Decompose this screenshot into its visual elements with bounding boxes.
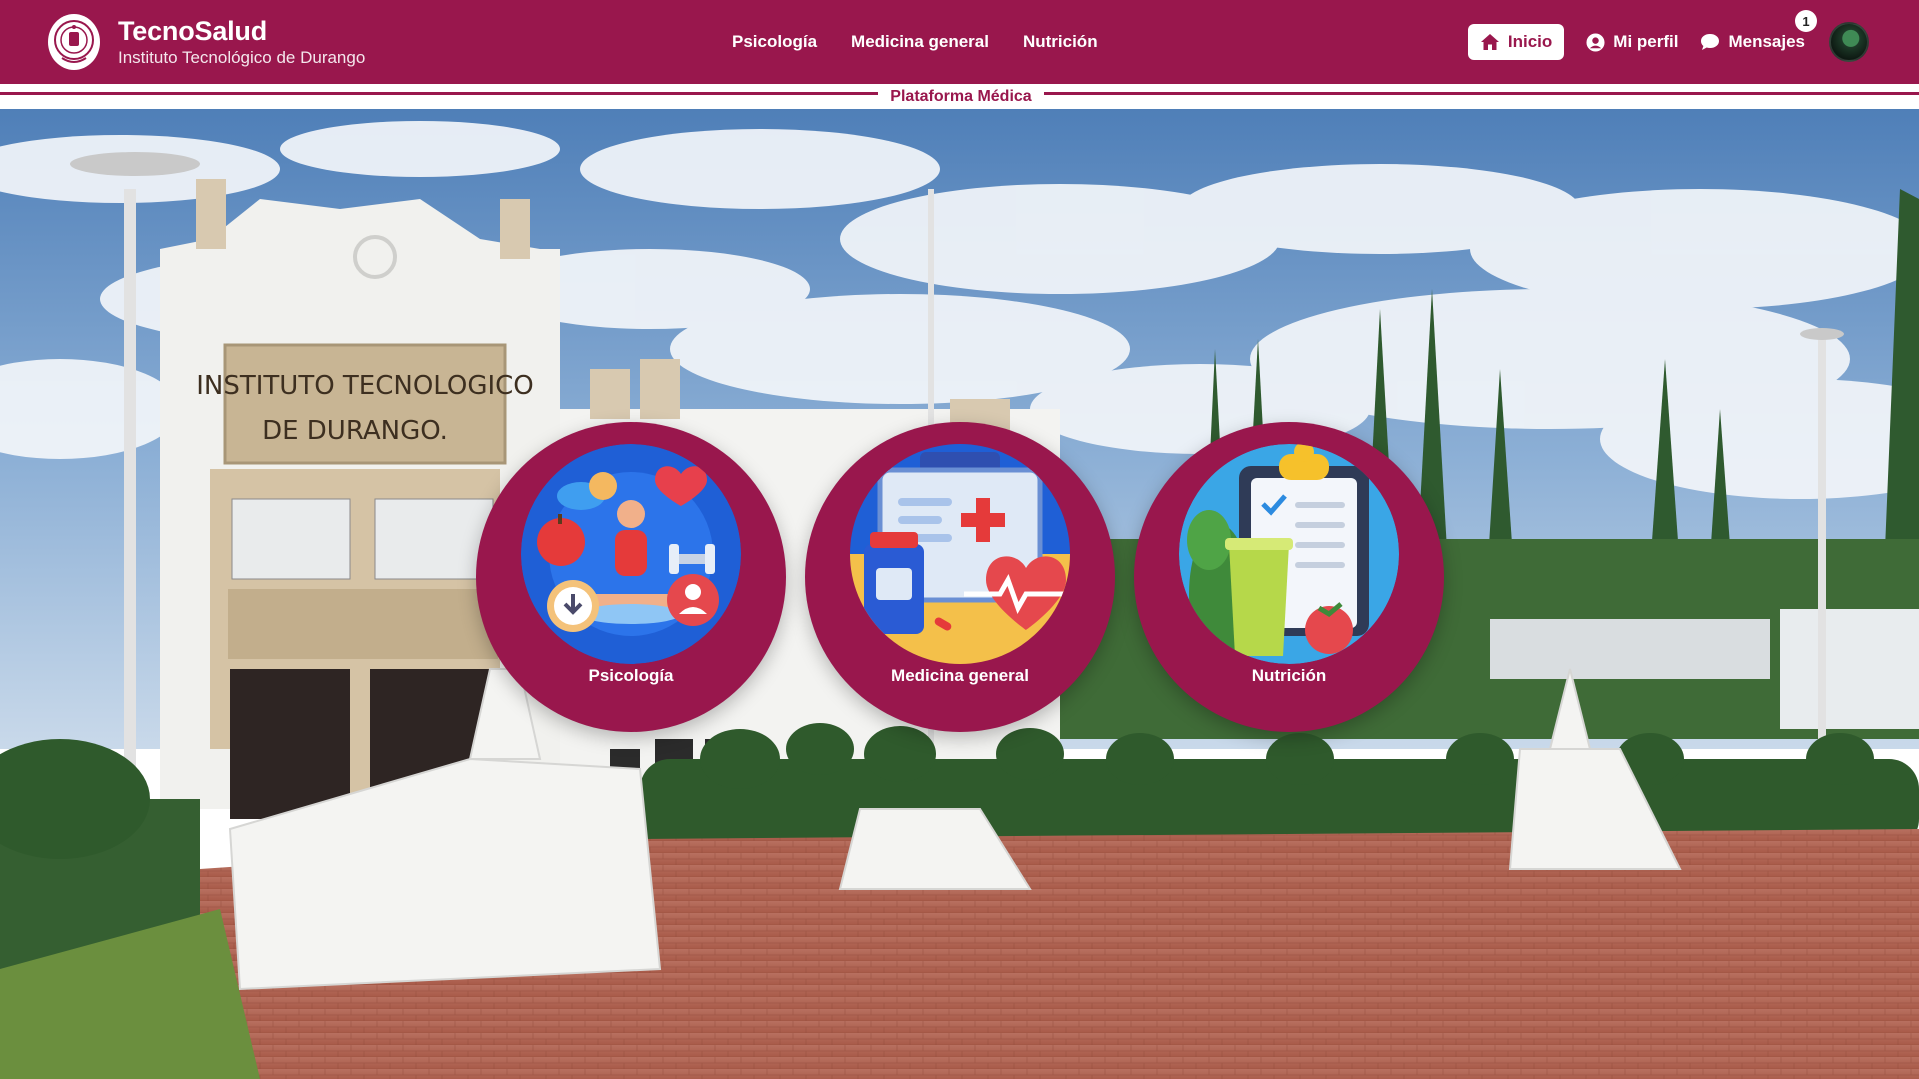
service-label-psicologia: Psicología (588, 666, 674, 685)
medical-kit-icon (850, 444, 1070, 664)
nutrition-clipboard-icon (1179, 444, 1399, 664)
service-card-psicologia[interactable]: Psicología (476, 422, 786, 732)
nav-link-psicologia[interactable]: Psicología (732, 32, 817, 52)
user-nav: Inicio Mi perfil Mensajes 1 (1467, 0, 1869, 84)
nav-link-medicina-general[interactable]: Medicina general (851, 32, 989, 52)
mensajes-link[interactable]: Mensajes 1 (1700, 10, 1817, 52)
inicio-button[interactable]: Inicio (1467, 24, 1565, 60)
building-sign-line1: INSTITUTO TECNOLOGICO (196, 371, 534, 401)
mi-perfil-label: Mi perfil (1613, 32, 1679, 51)
main-nav: Psicología Medicina general Nutrición (732, 0, 1098, 84)
meditation-wellness-icon (521, 444, 741, 664)
nav-link-nutricion[interactable]: Nutrición (1023, 32, 1098, 52)
top-navbar: TecnoSalud Instituto Tecnológico de Dura… (0, 0, 1919, 84)
institution-seal-icon (48, 14, 100, 70)
brand-subtitle: Instituto Tecnológico de Durango (118, 48, 366, 67)
service-card-medicina-general[interactable]: Medicina general (805, 422, 1115, 732)
brand[interactable]: TecnoSalud Instituto Tecnológico de Dura… (48, 12, 365, 72)
inicio-label: Inicio (1507, 32, 1553, 51)
mensajes-label: Mensajes (1728, 32, 1805, 51)
service-card-nutricion[interactable]: Nutrición (1134, 422, 1444, 732)
service-label-medicina-general: Medicina general (891, 666, 1029, 685)
divider-line-left (0, 92, 878, 95)
platform-label: Plataforma Médica (890, 88, 1032, 105)
divider-line-right (1044, 92, 1919, 95)
user-circle-icon (1586, 32, 1605, 52)
home-icon (1480, 34, 1499, 50)
mi-perfil-link[interactable]: Mi perfil (1586, 32, 1678, 52)
message-count-badge: 1 (1795, 10, 1817, 32)
platform-divider: Plataforma Médica (0, 84, 1919, 109)
building-sign-line2: DE DURANGO. (262, 416, 448, 446)
service-label-nutricion: Nutrición (1251, 666, 1327, 685)
chat-bubble-icon (1701, 34, 1720, 50)
avatar[interactable] (1829, 22, 1869, 62)
brand-title: TecnoSalud (118, 16, 268, 46)
